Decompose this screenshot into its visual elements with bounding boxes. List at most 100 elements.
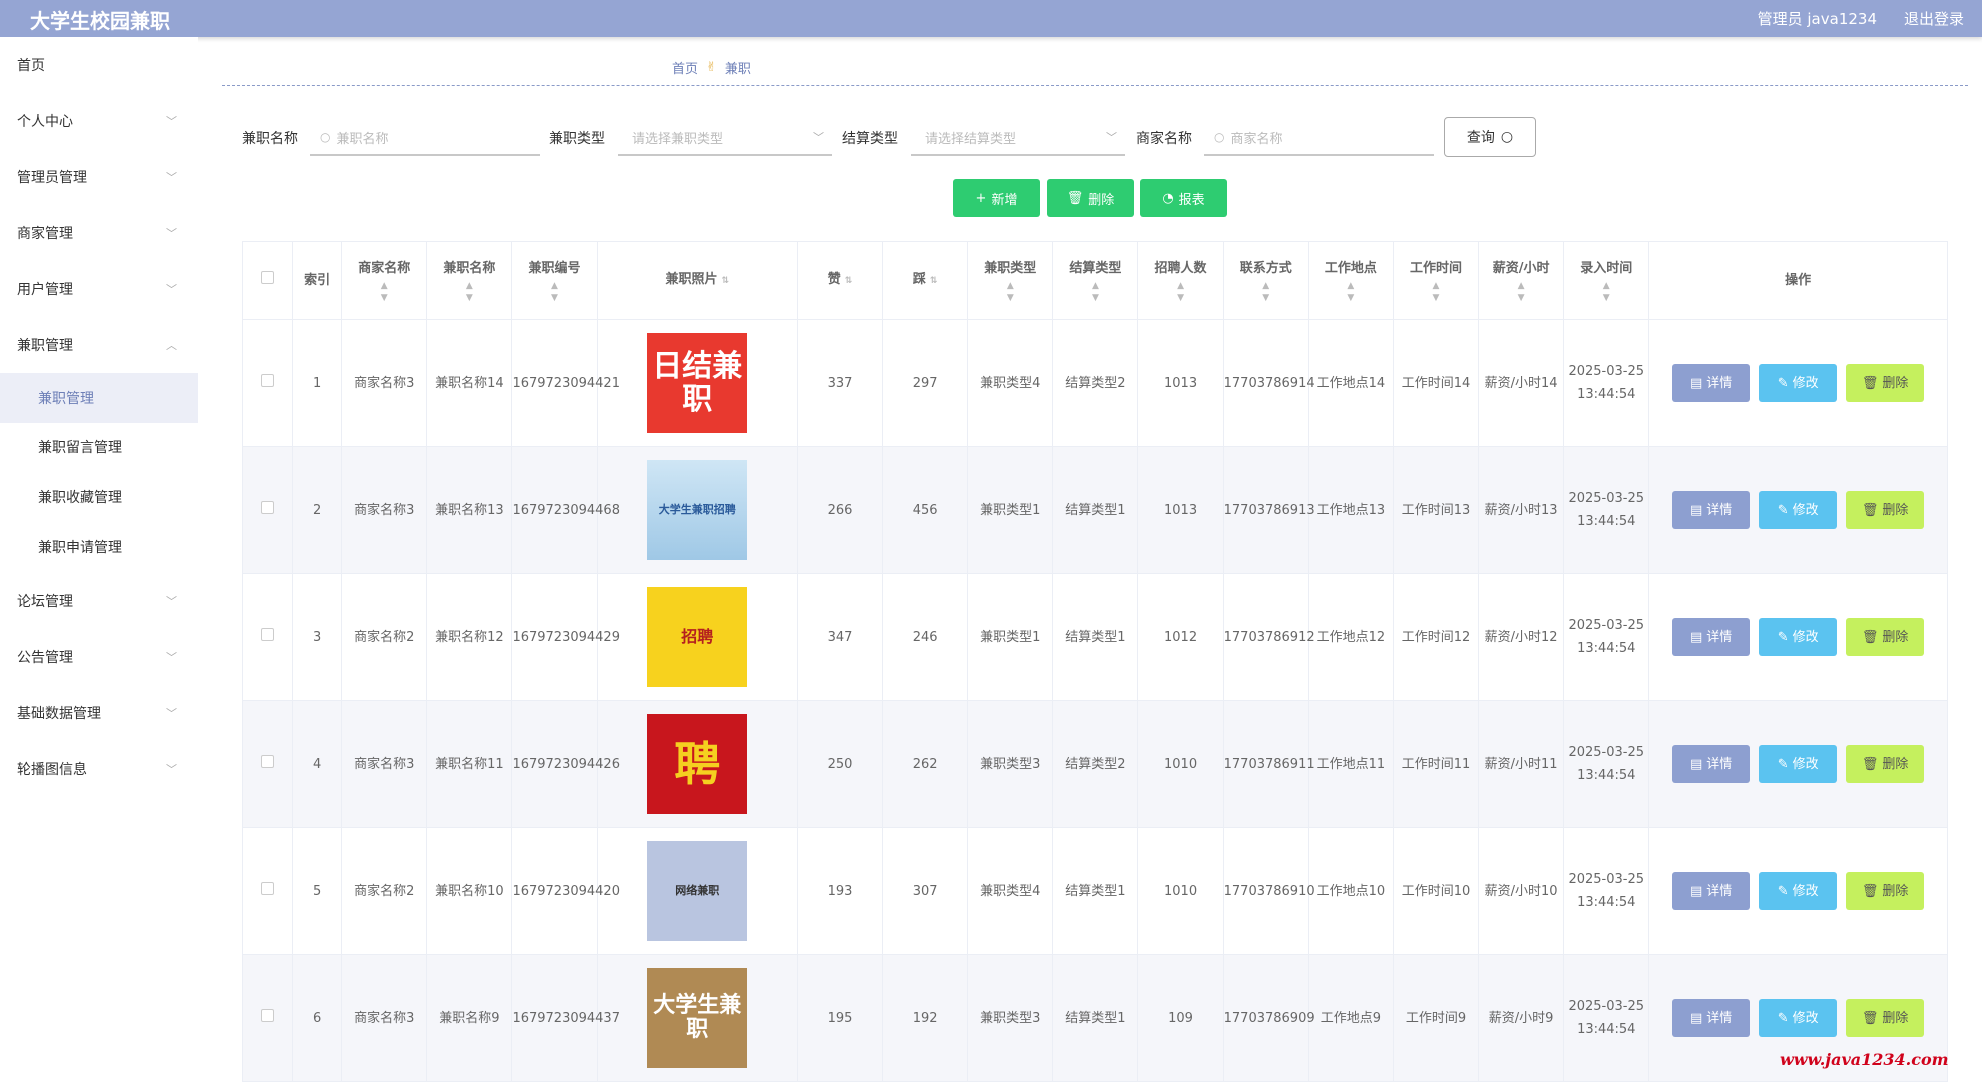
column-header[interactable]: 兼职类型 ▲ ▼ xyxy=(967,241,1054,320)
edit-button[interactable]: ✎ 修改 xyxy=(1759,491,1838,529)
edit-button[interactable]: ✎ 修改 xyxy=(1759,618,1838,656)
row-checkbox[interactable] xyxy=(261,500,275,514)
row-select-cell[interactable] xyxy=(241,954,294,1082)
cell-name: 兼职名称12 xyxy=(426,573,513,701)
add-button[interactable]: + 新增 xyxy=(953,179,1040,217)
sort-icon[interactable]: ▲ ▼ xyxy=(1309,280,1393,304)
sort-icon[interactable]: ⇅ xyxy=(845,276,853,286)
table-row: 1 商家名称3 兼职名称14 1679723094421 日结兼职 337 297 兼职类型4… xyxy=(241,319,1948,447)
sort-icon[interactable]: ▲ ▼ xyxy=(1564,280,1648,304)
column-header[interactable]: 录入时间 ▲ ▼ xyxy=(1563,241,1650,320)
column-header[interactable]: 商家名称 ▲ ▼ xyxy=(341,241,428,320)
sort-icon[interactable]: ▲ ▼ xyxy=(1394,280,1478,304)
row-select-cell[interactable] xyxy=(241,700,294,828)
header-label: 工作时间 xyxy=(1409,261,1462,276)
sidebar-item-base-data[interactable]: 基础数据管理 ﹀ xyxy=(0,693,198,733)
job-photo[interactable]: 网络兼职 xyxy=(647,841,748,941)
placeholder: 请选择兼职类型 xyxy=(632,131,724,147)
cell-text: 薪资/小时13 xyxy=(1484,502,1558,518)
column-header[interactable]: 赞 ⇅ xyxy=(796,241,884,320)
edit-button[interactable]: ✎ 修改 xyxy=(1759,364,1838,402)
row-checkbox[interactable] xyxy=(261,754,275,768)
row-checkbox[interactable] xyxy=(261,627,275,641)
row-select-cell[interactable] xyxy=(241,319,294,447)
delete-button[interactable]: 🗑 删除 xyxy=(1846,745,1925,783)
column-header[interactable]: 兼职编号 ▲ ▼ xyxy=(511,241,598,320)
row-select-cell[interactable] xyxy=(241,827,294,955)
job-photo[interactable]: 招聘 xyxy=(647,587,748,687)
column-header[interactable]: 工作地点 ▲ ▼ xyxy=(1307,241,1394,320)
edit-button[interactable]: ✎ 修改 xyxy=(1759,999,1838,1037)
cell-stype: 结算类型1 xyxy=(1052,954,1139,1082)
delete-button[interactable]: 🗑 删除 xyxy=(1846,618,1925,656)
sort-icon[interactable]: ⇅ xyxy=(930,276,938,286)
sidebar-item-forum[interactable]: 论坛管理 ﹀ xyxy=(0,581,198,621)
settle-type-select[interactable]: 请选择结算类型 ﹀ xyxy=(911,120,1125,156)
merchant-name-input[interactable]: ○ 商家名称 xyxy=(1204,120,1434,156)
sort-icon[interactable]: ▲ ▼ xyxy=(1138,280,1222,304)
job-photo[interactable]: 大学生兼职 xyxy=(647,968,748,1068)
edit-button[interactable]: ✎ 修改 xyxy=(1759,745,1838,783)
sort-icon[interactable]: ▲ ▼ xyxy=(1053,280,1137,304)
sidebar-item-home[interactable]: 首页 xyxy=(0,45,198,85)
sidebar-item-jobs[interactable]: 兼职管理 ︿ xyxy=(0,325,198,365)
batch-delete-button[interactable]: 🗑 删除 xyxy=(1047,179,1134,217)
delete-button[interactable]: 🗑 删除 xyxy=(1846,364,1925,402)
row-checkbox[interactable] xyxy=(261,1008,275,1022)
sort-icon[interactable]: ▲ ▼ xyxy=(342,280,426,304)
sort-icon[interactable]: ▲ ▼ xyxy=(512,280,596,304)
detail-button[interactable]: ▤ 详情 xyxy=(1672,491,1751,529)
delete-button[interactable]: 🗑 删除 xyxy=(1846,999,1925,1037)
header-label: 踩 xyxy=(912,272,926,287)
column-header[interactable]: 薪资/小时 ▲ ▼ xyxy=(1478,241,1565,320)
detail-button[interactable]: ▤ 详情 xyxy=(1672,364,1751,402)
sidebar-subitem-job-favorites[interactable]: 兼职收藏管理 xyxy=(0,477,198,517)
edit-button[interactable]: ✎ 修改 xyxy=(1759,872,1838,910)
select-all-header[interactable] xyxy=(241,241,294,320)
column-header[interactable]: 兼职名称 ▲ ▼ xyxy=(426,241,513,320)
detail-button[interactable]: ▤ 详情 xyxy=(1672,745,1751,783)
detail-button[interactable]: ▤ 详情 xyxy=(1672,872,1751,910)
query-button[interactable]: 查询 ○ xyxy=(1444,117,1536,157)
delete-button[interactable]: 🗑 删除 xyxy=(1846,872,1925,910)
sidebar-item-notices[interactable]: 公告管理 ﹀ xyxy=(0,637,198,677)
row-checkbox[interactable] xyxy=(261,373,275,387)
sidebar-subitem-job-messages[interactable]: 兼职留言管理 xyxy=(0,427,198,467)
sort-icon[interactable]: ▲ ▼ xyxy=(968,280,1052,304)
sidebar-item-profile[interactable]: 个人中心 ﹀ xyxy=(0,101,198,141)
logout-link[interactable]: 退出登录 xyxy=(1904,8,1964,29)
sort-icon[interactable]: ▲ ▼ xyxy=(1224,280,1308,304)
sidebar-item-merchants[interactable]: 商家管理 ﹀ xyxy=(0,213,198,253)
sidebar-subitem-job-applications[interactable]: 兼职申请管理 xyxy=(0,527,198,567)
sort-icon[interactable]: ▲ ▼ xyxy=(1479,280,1563,304)
row-checkbox[interactable] xyxy=(261,881,275,895)
report-button[interactable]: ◔ 报表 xyxy=(1140,179,1227,217)
column-header[interactable]: 踩 ⇅ xyxy=(882,241,969,320)
job-photo[interactable]: 日结兼职 xyxy=(647,333,748,433)
sort-icon[interactable]: ▲ ▼ xyxy=(427,280,511,304)
sidebar-subitem-jobs[interactable]: 兼职管理 xyxy=(0,373,198,423)
sidebar-item-users[interactable]: 用户管理 ﹀ xyxy=(0,269,198,309)
column-header[interactable]: 招聘人数 ▲ ▼ xyxy=(1137,241,1224,320)
job-photo[interactable]: 聘 xyxy=(647,714,748,814)
column-header[interactable]: 工作时间 ▲ ▼ xyxy=(1392,241,1480,320)
row-select-cell[interactable] xyxy=(241,573,294,701)
cell-created: 2025-03-25 13:44:54 xyxy=(1563,573,1650,701)
sidebar-item-carousel[interactable]: 轮播图信息 ﹀ xyxy=(0,749,198,789)
cell-text: 工作地点9 xyxy=(1320,1010,1381,1026)
sidebar-item-admins[interactable]: 管理员管理 ﹀ xyxy=(0,157,198,197)
detail-button[interactable]: ▤ 详情 xyxy=(1672,999,1751,1037)
detail-button[interactable]: ▤ 详情 xyxy=(1672,618,1751,656)
column-header[interactable]: 联系方式 ▲ ▼ xyxy=(1222,241,1309,320)
delete-button[interactable]: 🗑 删除 xyxy=(1846,491,1925,529)
job-photo[interactable]: 大学生兼职招聘 xyxy=(647,460,748,560)
column-header[interactable]: 结算类型 ▲ ▼ xyxy=(1052,241,1139,320)
breadcrumb-home[interactable]: 首页 xyxy=(672,58,698,77)
select-all-checkbox[interactable] xyxy=(261,271,275,284)
sort-icon[interactable]: ⇅ xyxy=(721,276,729,286)
cell-place: 工作地点13 xyxy=(1307,446,1394,574)
column-header[interactable]: 兼职照片 ⇅ xyxy=(596,241,798,320)
job-name-input[interactable]: ○ 兼职名称 xyxy=(310,120,540,156)
row-select-cell[interactable] xyxy=(241,446,294,574)
job-type-select[interactable]: 请选择兼职类型 ﹀ xyxy=(618,120,832,156)
